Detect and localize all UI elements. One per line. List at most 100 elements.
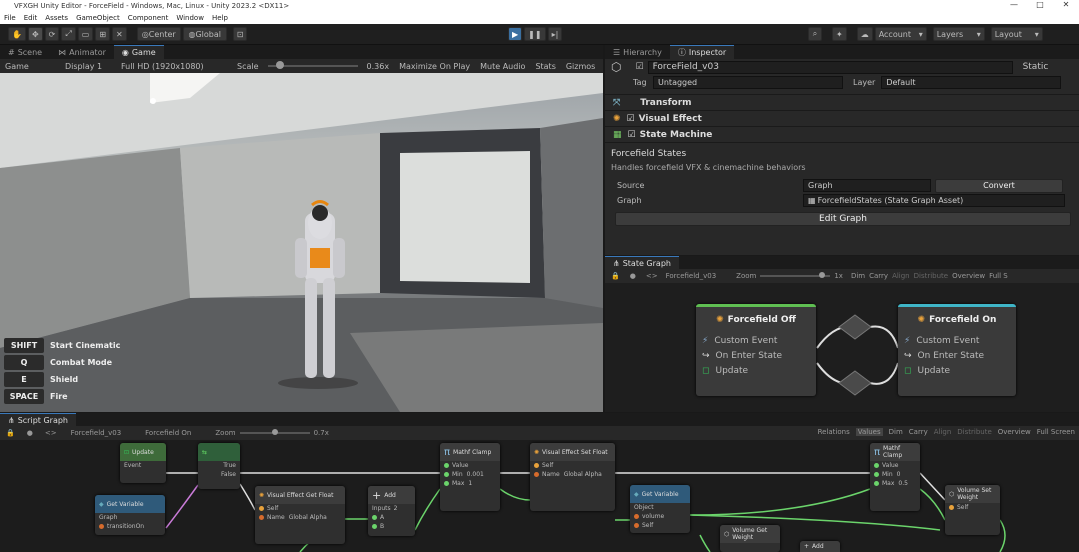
menu-edit[interactable]: Edit [24,14,38,22]
port-value[interactable]: transitionOn [107,523,144,530]
resolution-dropdown[interactable]: Full HD (1920x1080) [121,62,227,71]
tab-scene[interactable]: # Scene [0,45,50,59]
breadcrumb-current[interactable]: Forcefield On [145,429,191,437]
port-a[interactable]: A [368,513,415,522]
static-toggle[interactable]: Static [1023,62,1049,72]
menu-help[interactable]: Help [212,14,228,22]
port-self[interactable]: Self [255,504,345,513]
rotate-tool-icon[interactable]: ⟳ [44,27,60,41]
carry-toggle[interactable]: Carry [909,428,928,436]
scale-slider-thumb[interactable] [275,61,284,69]
lock-icon[interactable]: 🔒 [611,272,620,280]
align-dropdown[interactable]: Align [892,272,910,280]
rect-tool-icon[interactable]: ▭ [77,27,94,41]
hand-tool-icon[interactable]: ✋ [8,27,26,41]
menu-component[interactable]: Component [128,14,169,22]
layers-dropdown[interactable]: Layers ▾ [932,27,985,41]
menu-gameobject[interactable]: GameObject [76,14,120,22]
node-add-2[interactable]: + Add [800,541,840,552]
node-mathf-clamp-2[interactable]: π Mathf Clamp Value Min 0 Max 0.5 [870,443,920,511]
fullscreen-button[interactable]: Full Screen [1037,428,1075,436]
lock-icon[interactable]: 🔒 [6,429,15,437]
port-self[interactable]: Self [530,461,615,470]
snap-icon[interactable]: ⊡ [232,27,248,41]
graph-asset-field[interactable]: ▦ ForcefieldStates (State Graph Asset) [803,194,1065,207]
node-branch[interactable]: ⇆ True False [198,443,240,489]
dim-toggle[interactable]: Dim [889,428,903,436]
tab-script-graph[interactable]: ⋔ Script Graph [0,412,76,427]
pivot-center-button[interactable]: ◎ Center [136,27,181,41]
scale-tool-icon[interactable]: ⤢ [61,27,76,41]
port-value-text[interactable]: 0 [897,471,901,478]
dim-toggle[interactable]: Dim [851,272,865,280]
mute-audio-toggle[interactable]: Mute Audio [480,62,525,71]
stats-toggle[interactable]: Stats [535,62,555,71]
port-name[interactable]: volume [630,512,690,521]
relations-toggle[interactable]: Relations [818,428,850,436]
inputs-count[interactable]: 2 [394,505,398,512]
edit-graph-button[interactable]: Edit Graph [615,212,1071,226]
collab-icon[interactable]: ✦ [832,27,847,41]
transform-tool-icon[interactable]: ⊞ [95,27,111,41]
port-max[interactable]: Max 1 [440,479,500,488]
breadcrumb[interactable]: Forcefield_v03 [666,272,717,280]
carry-toggle[interactable]: Carry [869,272,888,280]
code-icon[interactable]: <> [646,272,658,280]
overview-button[interactable]: Overview [952,272,985,280]
overview-button[interactable]: Overview [998,428,1031,436]
node-get-variable[interactable]: ◆ Get Variable Graph transitionOn [95,495,165,535]
port-value[interactable]: Value [870,461,920,470]
maximize-icon[interactable]: □ [1027,0,1053,9]
source-dropdown[interactable]: Graph [803,179,931,192]
play-icon[interactable]: ▶ [508,27,523,41]
menu-window[interactable]: Window [176,14,204,22]
menu-file[interactable]: File [4,14,16,22]
values-toggle[interactable]: Values [855,428,883,436]
node-get-variable-object[interactable]: ◆ Get Variable Object volume Self [630,485,690,533]
breadcrumb-root[interactable]: Forcefield_v03 [71,429,122,437]
move-tool-icon[interactable]: ✥ [27,27,43,41]
port-input[interactable]: transitionOn [95,522,165,531]
node-volume-get-weight[interactable]: ⬡ Volume Get Weight [720,525,780,552]
tab-state-graph[interactable]: ⋔ State Graph [605,255,679,270]
port-name[interactable]: Name Global Alpha [255,513,345,522]
layer-dropdown[interactable]: Default [881,76,1062,89]
gizmos-dropdown[interactable]: Gizmos [566,62,595,71]
node-vfx-set-float[interactable]: ✺ Visual Effect Set Float Self Name Global… [530,443,615,511]
menu-assets[interactable]: Assets [45,14,68,22]
node-mathf-clamp[interactable]: π Mathf Clamp Value Min 0.001 Max 1 [440,443,500,511]
convert-button[interactable]: Convert [935,178,1063,193]
port-self[interactable]: Self [630,521,690,530]
object-name-field[interactable]: ForceField_v03 [647,60,1013,74]
port-value-text[interactable]: 0.5 [898,480,908,487]
node-add[interactable]: + Add Inputs 2 A B [368,486,415,536]
zoom-slider[interactable] [239,429,310,435]
tab-hierarchy[interactable]: ☰ Hierarchy [605,45,670,59]
component-state-machine[interactable]: ▦ ☑ State Machine [605,126,1079,142]
port-value[interactable]: Global Alpha [289,514,327,521]
zoom-slider-thumb[interactable] [819,272,826,278]
info-icon[interactable]: ● [630,272,636,280]
component-transform[interactable]: ⤧ Transform [605,94,1079,110]
checkbox[interactable]: ☑ [628,130,636,140]
port-false[interactable]: False [198,470,240,479]
distribute-dropdown[interactable]: Distribute [957,428,991,436]
node-vfx-get-float[interactable]: ✺ Visual Effect Get Float Self Name Global… [255,486,345,544]
step-icon[interactable]: ▸| [547,27,563,41]
maximize-on-play-toggle[interactable]: Maximize On Play [399,62,470,71]
game-view[interactable]: SHIFT Start Cinematic Q Combat Mode E Shiel… [0,73,603,412]
component-visual-effect[interactable]: ✺ ☑ Visual Effect [605,110,1079,126]
global-button[interactable]: ◍ Global [182,27,227,41]
port-value[interactable]: volume [642,513,664,520]
zoom-slider[interactable] [760,272,831,278]
port-value-text[interactable]: 0.001 [467,471,484,478]
tab-game[interactable]: ◉ Game [113,45,164,59]
fullscreen-button[interactable]: Full S [989,272,1008,280]
info-icon[interactable]: ● [27,429,33,437]
distribute-dropdown[interactable]: Distribute [914,272,948,280]
cloud-icon[interactable]: ☁ [856,27,873,41]
zoom-slider-thumb[interactable] [271,429,278,435]
port-value[interactable]: Global Alpha [564,471,602,478]
port-b[interactable]: B [368,522,415,531]
checkbox[interactable]: ☑ [627,114,635,124]
